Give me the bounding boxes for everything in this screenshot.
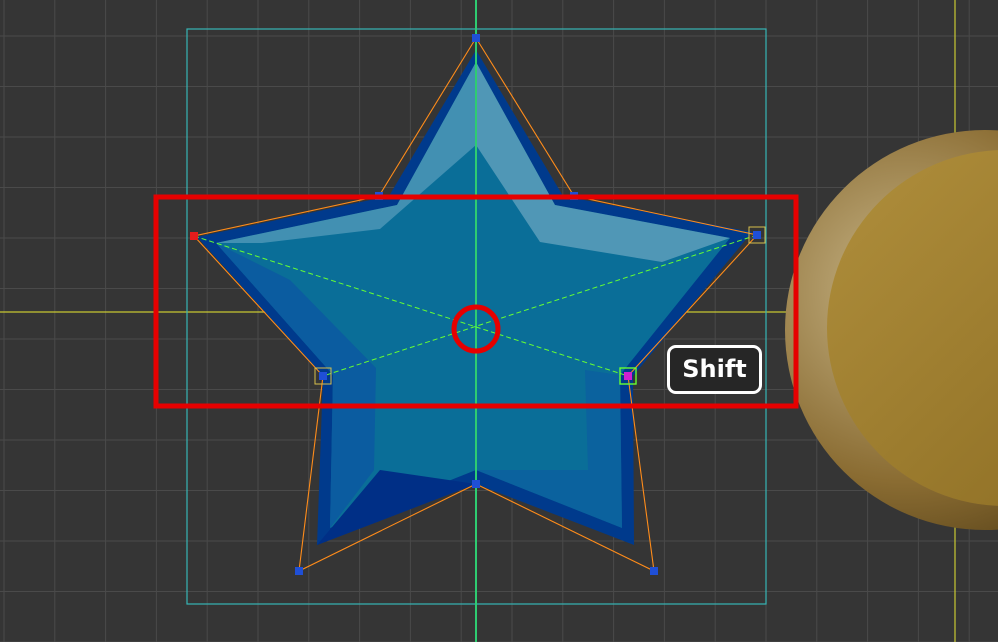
vertex-handle-icon[interactable] (650, 567, 658, 575)
vertex-handle-icon[interactable] (190, 232, 198, 240)
vertex-handle-icon[interactable] (472, 480, 480, 488)
star-shape[interactable] (197, 50, 752, 545)
vertex-handle-icon[interactable] (319, 372, 327, 380)
scene-viewport[interactable]: Shift (0, 0, 998, 642)
vertex-handle-icon[interactable] (624, 372, 632, 380)
vertex-handle-icon[interactable] (472, 34, 480, 42)
vertex-handle-icon[interactable] (295, 567, 303, 575)
viewport-canvas[interactable] (0, 0, 998, 642)
shift-key-badge: Shift (667, 345, 762, 394)
vertex-handle-icon[interactable] (753, 231, 761, 239)
